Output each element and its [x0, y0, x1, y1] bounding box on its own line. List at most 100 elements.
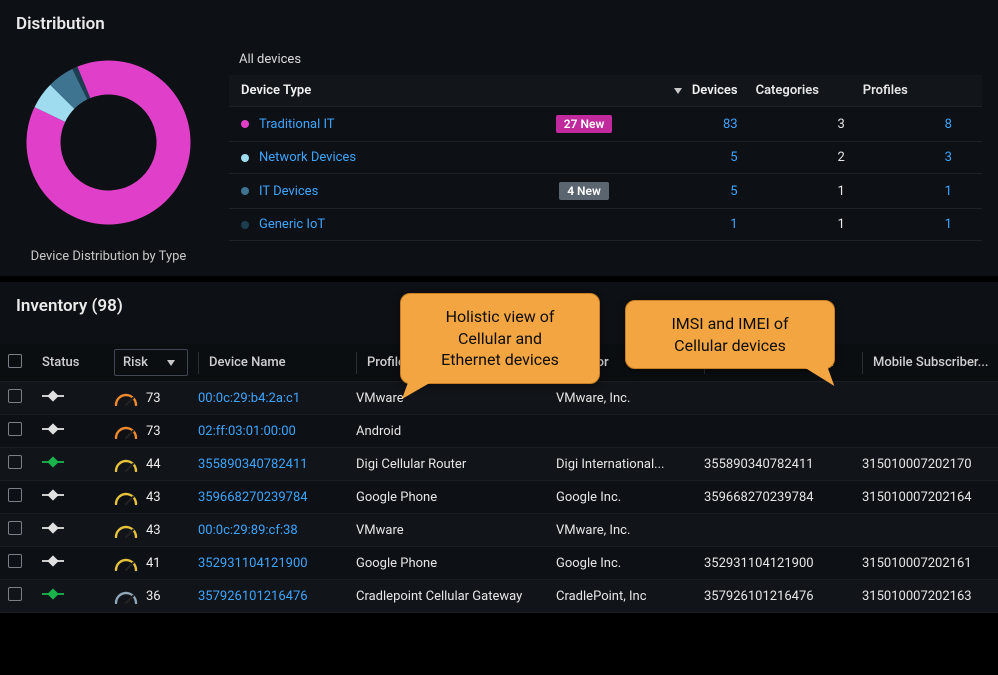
col-status[interactable]: Status: [42, 355, 114, 370]
inventory-row[interactable]: 73 02:ff:03:01:00:00 Android: [0, 415, 998, 448]
status-icon: [42, 489, 64, 501]
profile-cell: Google Phone: [356, 490, 556, 505]
col-categories[interactable]: Categories: [756, 83, 863, 98]
sort-desc-icon: [163, 355, 179, 370]
devices-count[interactable]: 1: [648, 217, 755, 232]
devices-count[interactable]: 5: [648, 150, 755, 165]
new-badge: 27 New: [556, 115, 613, 133]
inventory-row[interactable]: 41 352931104121900 Google Phone Google I…: [0, 547, 998, 580]
device-type-link[interactable]: Traditional IT: [259, 117, 335, 132]
risk-value: 73: [146, 424, 168, 439]
row-checkbox[interactable]: [8, 455, 22, 469]
device-name-link[interactable]: 00:0c:29:b4:2a:c1: [198, 391, 356, 406]
distribution-title: Distribution: [0, 0, 998, 40]
profile-cell: VMware: [356, 523, 556, 538]
device-name-link[interactable]: 355890340782411: [198, 457, 356, 472]
row-checkbox[interactable]: [8, 587, 22, 601]
imei-cell: 357926101216476: [704, 589, 862, 604]
legend-dot-icon: [241, 221, 249, 229]
donut-chart-container: Device Distribution by Type: [16, 44, 201, 268]
imsi-cell: 315010007202161: [862, 556, 998, 571]
gauge-icon: [114, 457, 138, 471]
device-type-link[interactable]: Generic IoT: [259, 217, 325, 232]
distribution-panel: Distribution Device Distribution by Type…: [0, 0, 998, 276]
device-name-link[interactable]: 359668270239784: [198, 490, 356, 505]
distribution-row[interactable]: Traditional IT 27 New 83 3 8: [229, 107, 982, 142]
profile-cell: Digi Cellular Router: [356, 457, 556, 472]
row-checkbox[interactable]: [8, 389, 22, 403]
device-name-link[interactable]: 02:ff:03:01:00:00: [198, 424, 356, 439]
risk-cell: 73: [114, 391, 198, 406]
row-checkbox[interactable]: [8, 521, 22, 535]
device-type-link[interactable]: IT Devices: [259, 184, 318, 199]
device-name-link[interactable]: 00:0c:29:89:cf:38: [198, 523, 356, 538]
imei-cell: 352931104121900: [704, 556, 862, 571]
profiles-count[interactable]: 3: [863, 150, 970, 165]
gauge-icon: [114, 490, 138, 504]
inventory-row[interactable]: 36 357926101216476 Cradlepoint Cellular …: [0, 580, 998, 613]
all-devices-label: All devices: [229, 50, 982, 75]
distribution-table: All devices Device Type Devices Categori…: [229, 44, 982, 268]
categories-count: 3: [756, 117, 863, 132]
profiles-count[interactable]: 1: [863, 184, 970, 199]
risk-value: 44: [146, 457, 168, 472]
status-icon: [42, 390, 64, 402]
vendor-cell: Google Inc.: [556, 490, 704, 505]
col-device-type[interactable]: Device Type: [241, 83, 520, 98]
imsi-cell: 315010007202170: [862, 457, 998, 472]
risk-value: 43: [146, 523, 168, 538]
inventory-row[interactable]: 43 359668270239784 Google Phone Google I…: [0, 481, 998, 514]
risk-value: 41: [146, 556, 168, 571]
col-profiles[interactable]: Profiles: [863, 83, 970, 98]
vendor-cell: Google Inc.: [556, 556, 704, 571]
risk-cell: 41: [114, 556, 198, 571]
status-icon: [42, 423, 64, 435]
device-type-link[interactable]: Network Devices: [259, 150, 356, 165]
new-badge: 4 New: [559, 182, 609, 200]
distribution-row[interactable]: IT Devices 4 New 5 1 1: [229, 174, 982, 209]
legend-dot-icon: [241, 187, 249, 195]
imsi-cell: 315010007202163: [862, 589, 998, 604]
risk-value: 43: [146, 490, 168, 505]
device-name-link[interactable]: 352931104121900: [198, 556, 356, 571]
select-all-checkbox[interactable]: [8, 354, 22, 368]
status-icon: [42, 456, 64, 468]
inventory-row[interactable]: 44 355890340782411 Digi Cellular Router …: [0, 448, 998, 481]
gauge-icon: [114, 589, 138, 603]
callout-holistic-view: Holistic view ofCellular andEthernet dev…: [400, 293, 600, 384]
row-checkbox[interactable]: [8, 554, 22, 568]
inventory-row[interactable]: 43 00:0c:29:89:cf:38 VMware VMware, Inc.: [0, 514, 998, 547]
row-checkbox[interactable]: [8, 422, 22, 436]
risk-cell: 43: [114, 490, 198, 505]
devices-count[interactable]: 5: [648, 184, 755, 199]
imsi-cell: 315010007202164: [862, 490, 998, 505]
vendor-cell: CradlePoint, Inc: [556, 589, 704, 604]
callout-imsi-imei: IMSI and IMEI ofCellular devices: [625, 300, 835, 369]
profiles-count[interactable]: 1: [863, 217, 970, 232]
legend-dot-icon: [241, 120, 249, 128]
categories-count: 1: [756, 184, 863, 199]
distribution-row[interactable]: Network Devices 5 2 3: [229, 142, 982, 174]
status-icon: [42, 555, 64, 567]
inventory-row[interactable]: 73 00:0c:29:b4:2a:c1 VMware VMware, Inc.: [0, 382, 998, 415]
distribution-row[interactable]: Generic IoT 1 1 1: [229, 209, 982, 241]
col-mobile-subscriber[interactable]: Mobile Subscriber...: [862, 352, 998, 374]
vendor-cell: Digi International...: [556, 457, 704, 472]
col-devices[interactable]: Devices: [648, 83, 755, 98]
status-icon: [42, 588, 64, 600]
profiles-count[interactable]: 8: [863, 117, 970, 132]
risk-value: 36: [146, 589, 168, 604]
imei-cell: 355890340782411: [704, 457, 862, 472]
gauge-icon: [114, 391, 138, 405]
gauge-icon: [114, 424, 138, 438]
status-icon: [42, 522, 64, 534]
vendor-cell: VMware, Inc.: [556, 523, 704, 538]
risk-cell: 73: [114, 424, 198, 439]
col-risk[interactable]: Risk: [114, 349, 198, 376]
device-name-link[interactable]: 357926101216476: [198, 589, 356, 604]
imei-cell: 359668270239784: [704, 490, 862, 505]
row-checkbox[interactable]: [8, 488, 22, 502]
donut-chart[interactable]: [16, 50, 201, 235]
col-device-name[interactable]: Device Name: [198, 352, 356, 374]
devices-count[interactable]: 83: [648, 117, 755, 132]
